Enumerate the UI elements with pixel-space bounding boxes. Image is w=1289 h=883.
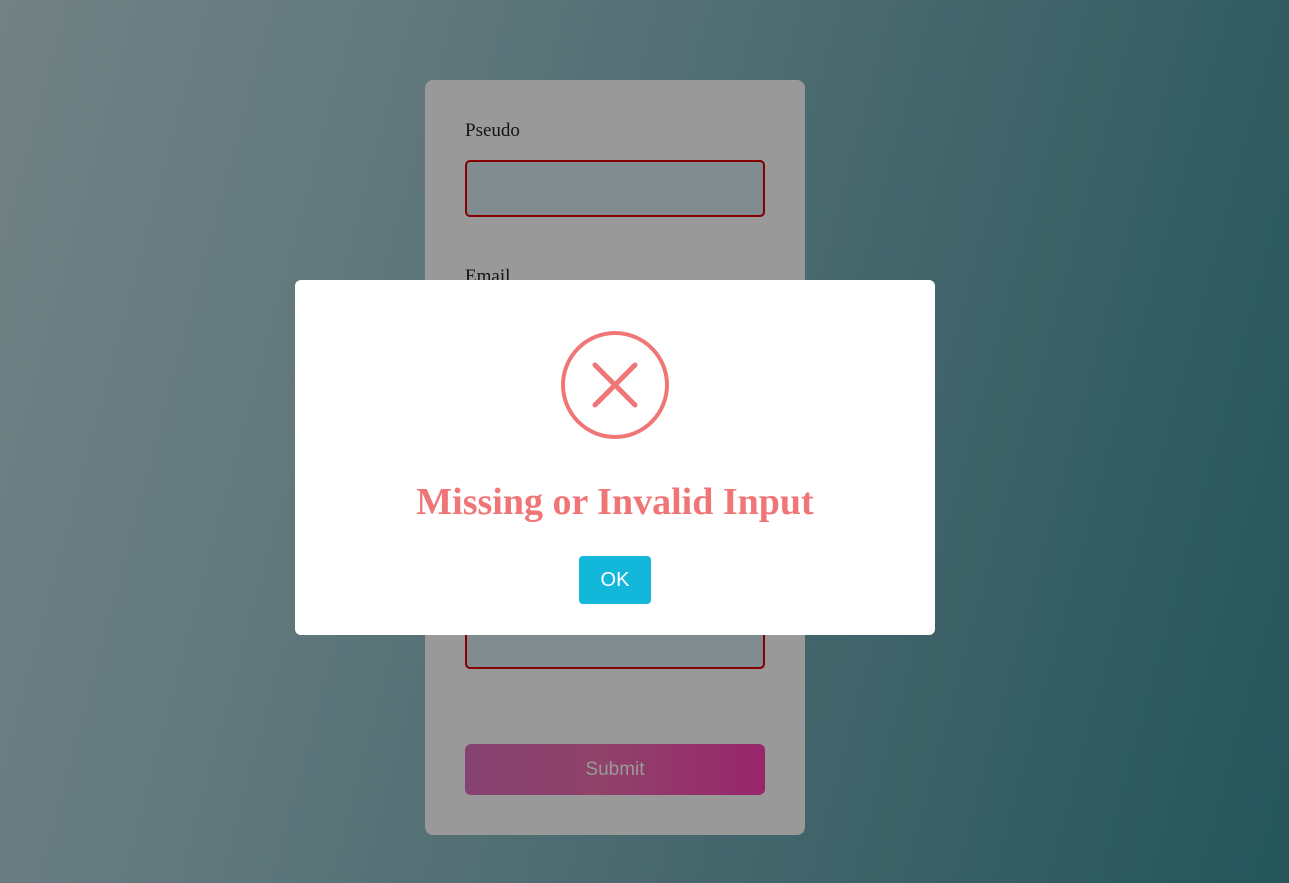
ok-button[interactable]: OK bbox=[579, 556, 651, 604]
error-dialog: Missing or Invalid Input OK bbox=[295, 280, 935, 635]
error-x-circle-icon bbox=[561, 331, 669, 439]
dialog-title: Missing or Invalid Input bbox=[416, 481, 814, 523]
